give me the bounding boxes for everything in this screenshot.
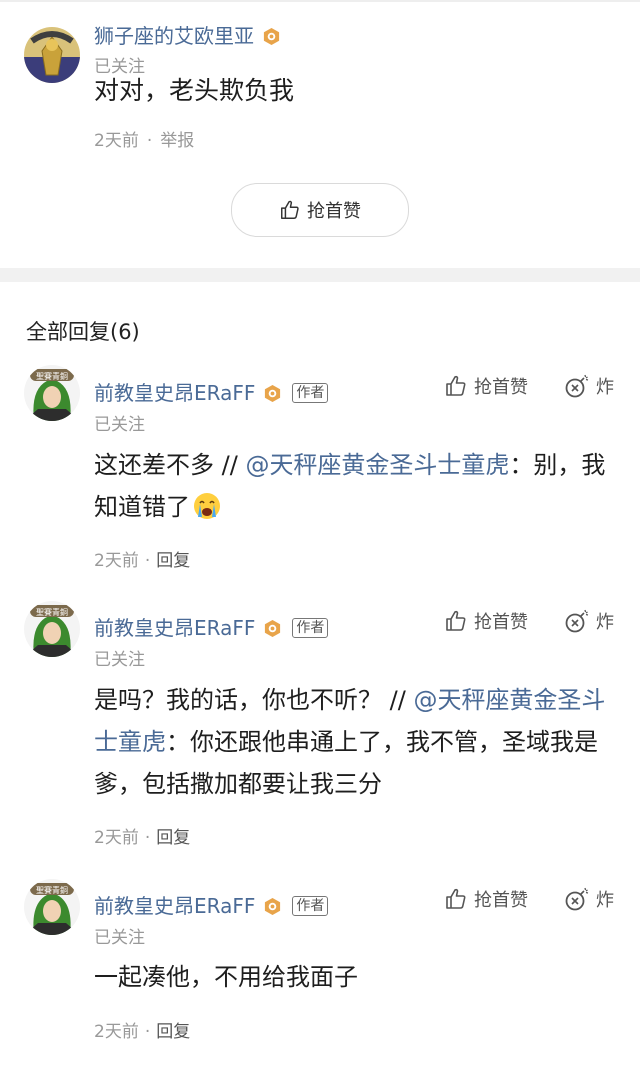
reply-actions: 抢首赞 炸	[444, 886, 614, 912]
report-link[interactable]: 举报	[160, 131, 194, 151]
first-like-label: 抢首赞	[474, 612, 528, 633]
username-text[interactable]: 前教皇史昂ERaFF	[94, 894, 255, 918]
avatar[interactable]: 聖賽青銅	[24, 601, 80, 657]
bomb-icon	[565, 374, 589, 398]
meta-dot: ·	[144, 551, 151, 571]
avatar-image: 聖賽青銅	[24, 365, 80, 421]
author-tag: 作者	[292, 896, 329, 916]
crying-face-icon	[194, 493, 220, 519]
reply-time: 2天前	[94, 828, 139, 848]
bomb-label: 炸	[596, 377, 614, 398]
thumbs-up-icon	[281, 200, 299, 219]
avatar-badge-text: 聖賽青銅	[36, 371, 68, 381]
reply-text-after: ：你还跟他串通上了，我不管，圣域我是爹，包括撒加都要让我三分	[94, 728, 598, 798]
username[interactable]: 前教皇史昂ERaFF 作者	[94, 890, 329, 919]
reply-text-main: 是吗？我的话，你也不听？ //	[94, 686, 414, 714]
username[interactable]: 狮子座的艾欧里亚	[94, 20, 281, 49]
avatar-image: 聖賽青銅	[24, 601, 80, 657]
follow-status[interactable]: 已关注	[94, 645, 145, 670]
first-like-button[interactable]: 抢首赞	[444, 373, 528, 399]
username-text[interactable]: 狮子座的艾欧里亚	[94, 24, 254, 48]
level-badge-icon	[265, 384, 281, 403]
first-like-label: 抢首赞	[307, 201, 361, 222]
reply-meta: 2天前 · 回复	[94, 546, 190, 571]
thumbs-up-icon	[446, 375, 466, 396]
comment-time: 2天前	[94, 131, 139, 151]
reply-actions: 抢首赞 炸	[444, 373, 614, 399]
avatar[interactable]	[24, 27, 80, 83]
bomb-icon	[565, 887, 589, 911]
level-badge-icon	[263, 27, 280, 46]
mention-link[interactable]: @天秤座黄金圣斗士童虎	[245, 451, 509, 479]
reply-link[interactable]: 回复	[156, 551, 190, 571]
thumbs-up-icon	[446, 610, 466, 631]
reply-meta: 2天前 · 回复	[94, 1017, 190, 1042]
meta-dot: ·	[146, 131, 153, 151]
meta-dot: ·	[144, 828, 151, 848]
bomb-label: 炸	[596, 890, 614, 911]
replies-header: 全部回复(6)	[26, 320, 140, 344]
reply-link[interactable]: 回复	[156, 1022, 190, 1042]
bomb-label: 炸	[596, 612, 614, 633]
bomb-icon	[565, 609, 589, 633]
avatar[interactable]: 聖賽青銅	[24, 365, 80, 421]
comment-text: 对对，老头欺负我	[94, 76, 295, 105]
reply-actions: 抢首赞 炸	[444, 608, 614, 634]
level-badge-icon	[265, 619, 281, 638]
comment-meta: 2天前 · 举报	[94, 126, 194, 151]
level-badge-icon	[265, 897, 281, 916]
avatar-badge-text: 聖賽青銅	[36, 607, 68, 617]
avatar[interactable]: 聖賽青銅	[24, 879, 80, 935]
avatar-image	[24, 27, 80, 83]
avatar-badge-text: 聖賽青銅	[36, 885, 68, 895]
first-like-button[interactable]: 抢首赞	[444, 608, 528, 634]
section-separator	[0, 268, 640, 282]
reply-link[interactable]: 回复	[156, 828, 190, 848]
username[interactable]: 前教皇史昂ERaFF 作者	[94, 612, 329, 641]
first-like-label: 抢首赞	[474, 890, 528, 911]
bomb-button[interactable]: 炸	[564, 373, 614, 399]
main-comment: 狮子座的艾欧里亚 已关注 对对，老头欺负我 2天前 · 举报 抢首赞	[0, 0, 640, 268]
bomb-button[interactable]: 炸	[564, 886, 614, 912]
thumbs-up-icon	[446, 888, 466, 909]
reply-text: 这还差不多 // @天秤座黄金圣斗士童虎：别，我知道错了	[94, 444, 614, 528]
reply-time: 2天前	[94, 1022, 139, 1042]
avatar-image: 聖賽青銅	[24, 879, 80, 935]
meta-dot: ·	[144, 1022, 151, 1042]
bomb-button[interactable]: 炸	[564, 608, 614, 634]
reply-text-main: 这还差不多 //	[94, 451, 246, 479]
first-like-button[interactable]: 抢首赞	[444, 886, 528, 912]
first-like-button[interactable]: 抢首赞	[231, 183, 409, 237]
reply-text: 一起凑他，不用给我面子	[94, 956, 614, 998]
follow-status[interactable]: 已关注	[94, 923, 145, 948]
reply-meta: 2天前 · 回复	[94, 823, 190, 848]
follow-status[interactable]: 已关注	[94, 410, 145, 435]
username-text[interactable]: 前教皇史昂ERaFF	[94, 381, 255, 405]
username[interactable]: 前教皇史昂ERaFF 作者	[94, 377, 329, 406]
username-text[interactable]: 前教皇史昂ERaFF	[94, 616, 255, 640]
reply-time: 2天前	[94, 551, 139, 571]
author-tag: 作者	[292, 383, 329, 403]
author-tag: 作者	[292, 618, 329, 638]
reply-text-main: 一起凑他，不用给我面子	[94, 963, 358, 991]
reply-text: 是吗？我的话，你也不听？ // @天秤座黄金圣斗士童虎：你还跟他串通上了，我不管…	[94, 679, 614, 805]
first-like-label: 抢首赞	[474, 377, 528, 398]
